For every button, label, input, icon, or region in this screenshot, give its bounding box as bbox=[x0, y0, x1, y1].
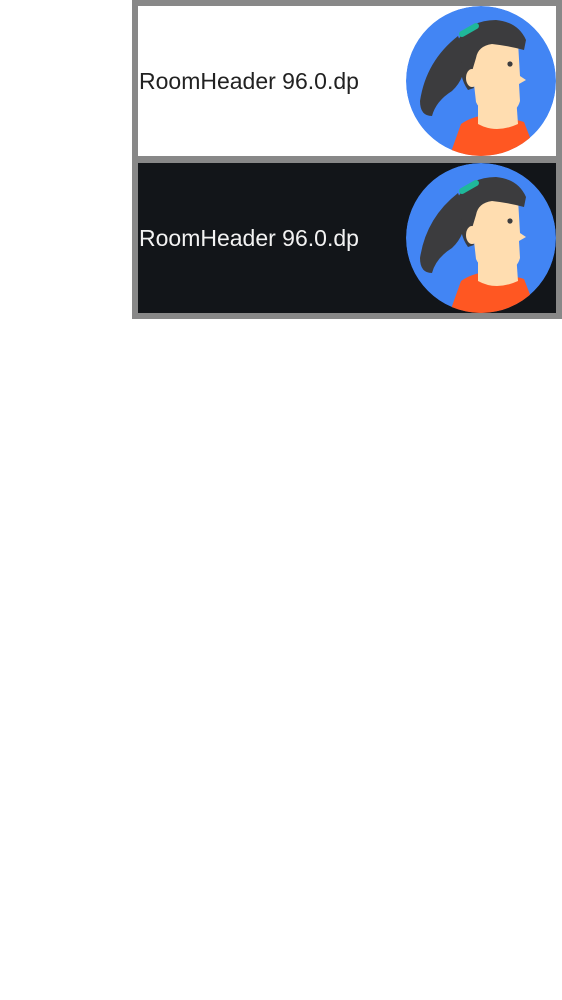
room-header-preview-frame: RoomHeader 96.0.dp RoomHeader 96.0.dp bbox=[132, 0, 562, 319]
woman-avatar-icon[interactable] bbox=[406, 6, 556, 156]
room-header-title: RoomHeader 96.0.dp bbox=[139, 225, 359, 251]
woman-avatar-icon[interactable] bbox=[406, 163, 556, 313]
room-header-title: RoomHeader 96.0.dp bbox=[139, 68, 359, 94]
room-header-dark[interactable]: RoomHeader 96.0.dp bbox=[138, 163, 556, 313]
room-header-light[interactable]: RoomHeader 96.0.dp bbox=[138, 6, 556, 156]
